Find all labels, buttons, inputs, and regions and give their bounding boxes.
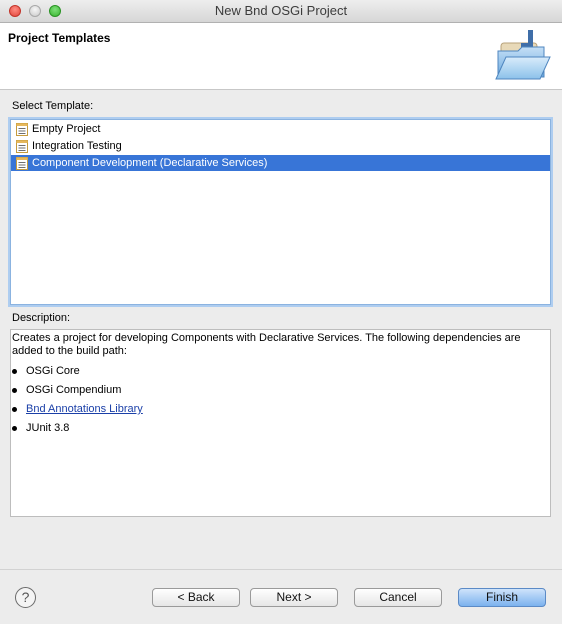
bullet-icon (12, 407, 17, 412)
template-label: Component Development (Declarative Servi… (32, 157, 268, 169)
cancel-button[interactable]: Cancel (354, 588, 442, 607)
folder-wizard-icon (495, 30, 551, 80)
template-label: Integration Testing (32, 140, 122, 152)
bullet-icon (12, 388, 17, 393)
bnd-annotations-link[interactable]: Bnd Annotations Library (26, 402, 143, 416)
template-list[interactable]: Empty Project Integration Testing Compon… (10, 119, 551, 305)
wizard-header: Project Templates (0, 23, 562, 90)
list-item[interactable]: Integration Testing (11, 138, 550, 154)
description-label: Description: (12, 312, 71, 324)
list-item-selected[interactable]: Component Development (Declarative Servi… (11, 155, 550, 171)
help-icon[interactable]: ? (15, 587, 36, 608)
select-template-label: Select Template: (12, 100, 94, 112)
description-text: Creates a project for developing Compone… (12, 332, 521, 357)
window-title: New Bnd OSGi Project (214, 3, 348, 18)
finish-button[interactable]: Finish (458, 588, 546, 607)
template-label: Empty Project (32, 123, 101, 135)
bullet-icon (12, 369, 17, 374)
dependency-label: OSGi Core (26, 365, 80, 377)
dependency-label: OSGi Compendium (26, 384, 122, 396)
description-panel: Creates a project for developing Compone… (10, 329, 551, 517)
page-title: Project Templates (8, 31, 111, 45)
bullet-icon (12, 426, 17, 431)
footer-divider (0, 569, 562, 570)
dependency-label: JUnit 3.8 (26, 422, 70, 434)
title-bar: New Bnd OSGi Project (0, 0, 562, 23)
list-item[interactable]: Empty Project (11, 121, 550, 137)
template-icon (16, 123, 28, 136)
back-button[interactable]: < Back (152, 588, 240, 607)
template-icon (16, 140, 28, 153)
next-button[interactable]: Next > (250, 588, 338, 607)
template-icon (16, 157, 28, 170)
